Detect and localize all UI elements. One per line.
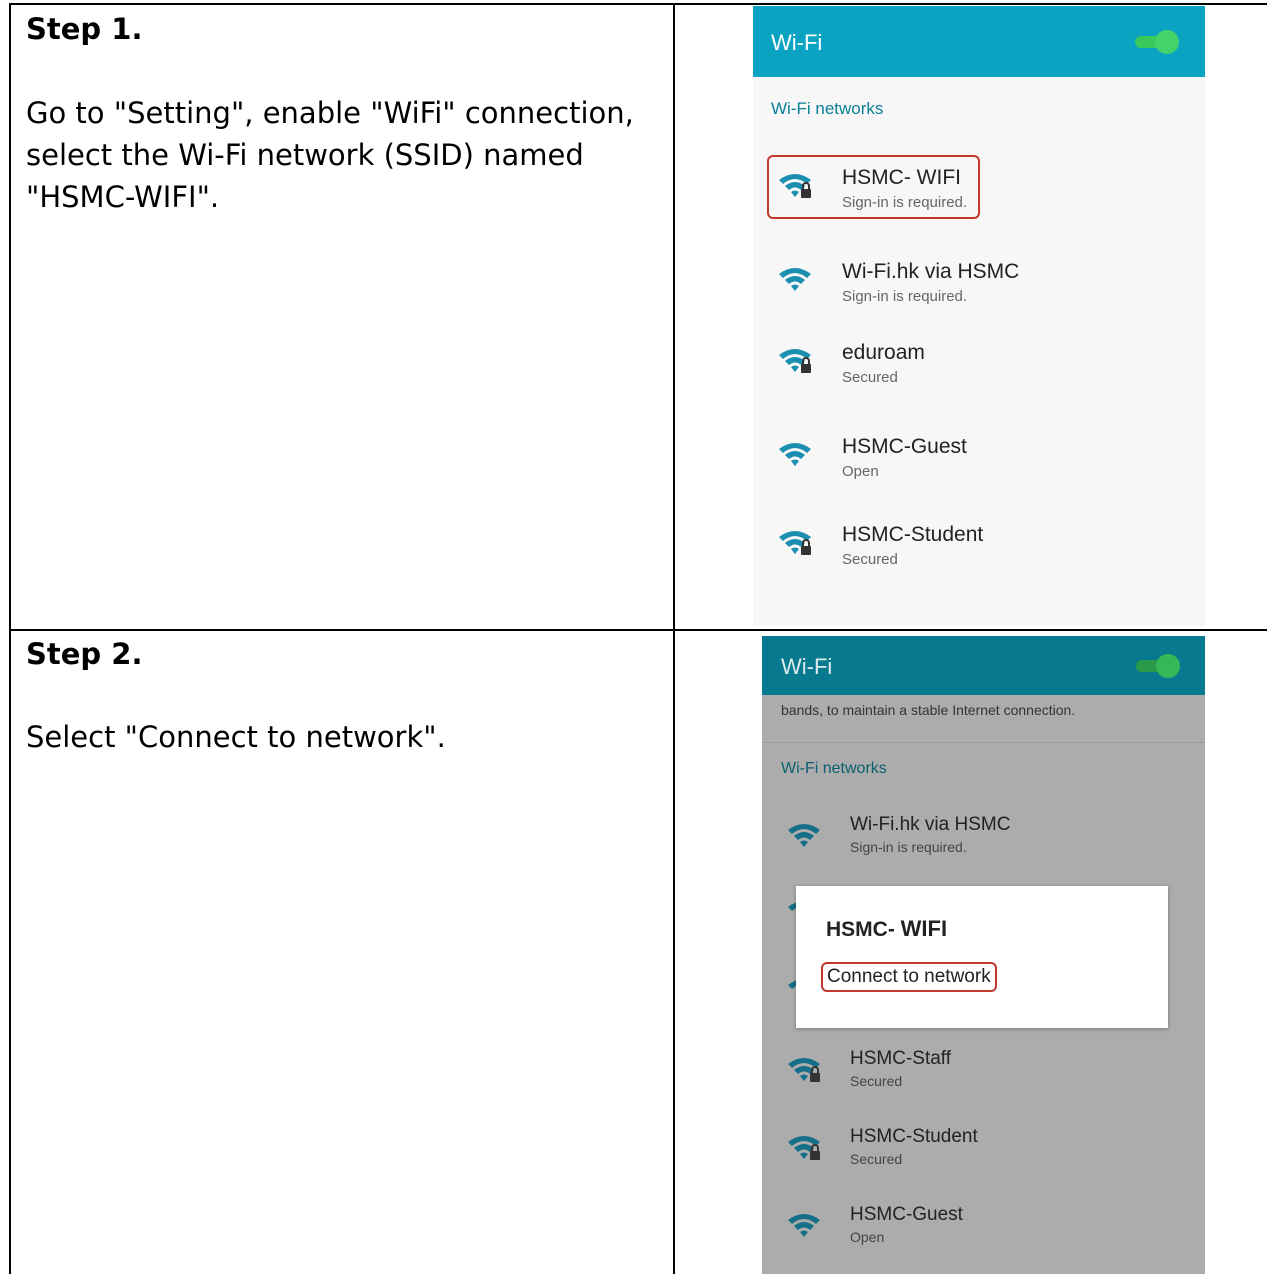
dialog-title: HSMC- WIFI [826, 916, 947, 942]
network-name: HSMC- WIFI [842, 166, 961, 189]
network-name: HSMC-Student [842, 523, 984, 546]
network-name: Wi-Fi.hk via HSMC [842, 260, 1020, 283]
wifi-networks-section-label: Wi-Fi networks [781, 760, 887, 777]
partial-description-text: bands, to maintain a stable Internet con… [781, 702, 1076, 718]
network-status: Sign-in is required. [842, 288, 968, 305]
wifi-app-bar: Wi-Fi [762, 636, 1205, 695]
network-name: HSMC-Staff [850, 1048, 952, 1069]
wifi-icon [788, 1214, 820, 1237]
step-2-instructions: Select "Connect to network". [26, 720, 446, 754]
table-row-divider [9, 629, 1267, 631]
network-item-hsmc-student[interactable]: HSMC-Student Secured [753, 521, 1205, 581]
wifi-app-bar: Wi-Fi [753, 6, 1205, 77]
wifi-icon [779, 443, 811, 466]
network-name: eduroam [842, 341, 925, 364]
network-item-hsmc-wifi[interactable]: HSMC- WIFI Sign-in is required. [753, 164, 1205, 224]
wifi-locked-icon [788, 1058, 820, 1082]
dialog-title-prefix: HSMC- [826, 918, 901, 941]
table-border-left [9, 3, 11, 1274]
wifi-networks-section-label: Wi-Fi networks [771, 99, 884, 118]
connect-to-network-label: Connect to network [827, 966, 991, 987]
wifi-icon [779, 268, 811, 291]
wifi-locked-icon [779, 349, 811, 373]
wifi-locked-icon [779, 174, 811, 198]
network-item-wifi-hk[interactable]: Wi-Fi.hk via HSMC Sign-in is required. [753, 258, 1205, 318]
network-item-eduroam[interactable]: eduroam Secured [753, 339, 1205, 399]
network-status: Sign-in is required. [842, 194, 968, 211]
network-item-hsmc-guest[interactable]: HSMC-Guest Open [753, 433, 1205, 493]
toggle-knob [1156, 654, 1180, 678]
step-2-screenshot: Wi-Fi bands, to maintain a stable Intern… [762, 636, 1205, 1274]
network-item-wifi-hk[interactable]: Wi-Fi.hk via HSMC Sign-in is required. [762, 814, 1205, 874]
network-name: Wi-Fi.hk via HSMC [850, 814, 1011, 835]
connect-to-network-button[interactable]: Connect to network [821, 962, 997, 992]
step-1-screenshot: Wi-Fi Wi-Fi networks HSMC- WIFI Sign-in … [753, 6, 1205, 626]
network-item-hsmc-staff[interactable]: HSMC-Staff Secured [762, 1048, 1205, 1108]
wifi-app-bar-title: Wi-Fi [781, 654, 833, 679]
step-1-title: Step 1. [26, 12, 143, 46]
network-status: Sign-in is required. [850, 839, 967, 855]
network-name: HSMC-Student [850, 1126, 978, 1147]
wifi-locked-icon [779, 531, 811, 555]
network-status: Open [850, 1229, 885, 1245]
network-name: HSMC-Guest [842, 435, 967, 458]
wifi-locked-icon [788, 1136, 820, 1160]
network-status: Secured [850, 1073, 903, 1089]
divider [762, 742, 1205, 743]
network-item-hsmc-guest[interactable]: HSMC-Guest Open [762, 1204, 1205, 1264]
wifi-icon [788, 824, 820, 847]
toggle-knob [1155, 30, 1179, 54]
network-status: Secured [842, 551, 898, 568]
network-name: HSMC-Guest [850, 1204, 963, 1225]
network-status: Secured [842, 369, 898, 386]
table-border-top [9, 3, 1267, 5]
dialog-title-bold: WIFI [900, 916, 948, 941]
wifi-toggle[interactable] [1133, 29, 1181, 55]
table-column-divider [673, 3, 675, 1274]
wifi-toggle[interactable] [1134, 653, 1182, 679]
step-1-instructions: Go to "Setting", enable "WiFi" connectio… [26, 96, 634, 214]
network-status: Open [842, 463, 879, 480]
wifi-app-bar-title: Wi-Fi [771, 30, 823, 55]
network-dialog: HSMC- WIFI Connect to network [796, 886, 1168, 1028]
step-2-title: Step 2. [26, 637, 143, 671]
network-item-hsmc-student[interactable]: HSMC-Student Secured [762, 1126, 1205, 1186]
network-status: Secured [850, 1151, 903, 1167]
